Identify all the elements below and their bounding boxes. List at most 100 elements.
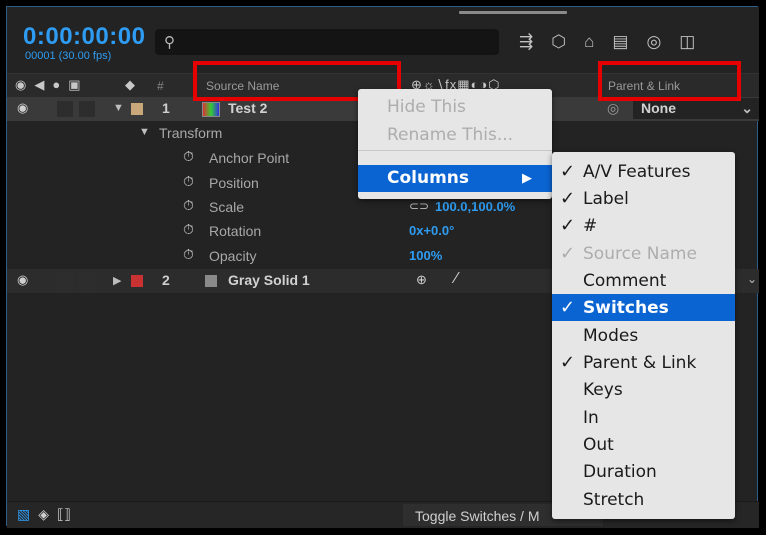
chevron-down-icon[interactable]: ⌄ <box>747 272 757 286</box>
layer-name[interactable]: Test 2 <box>228 100 267 116</box>
twirl-down-icon[interactable]: ▼ <box>113 102 124 114</box>
context-menu: Hide This Rename This... Columns ▶ <box>358 89 552 199</box>
scale-value[interactable]: 100.0,100.0% <box>435 199 515 214</box>
submenu-item-[interactable]: ✓ # <box>552 212 735 239</box>
solo-icon[interactable]: ● <box>52 77 60 93</box>
layer-number: 1 <box>162 100 170 116</box>
submenu-item-source-name[interactable]: ✓ Source Name <box>552 240 735 267</box>
eye-icon[interactable]: ◉ <box>17 100 28 116</box>
stopwatch-icon[interactable]: ⏱ <box>183 221 194 238</box>
submenu-item-parent-link[interactable]: ✓ Parent & Link <box>552 349 735 376</box>
submenu-item-a-v-features[interactable]: ✓ A/V Features <box>552 158 735 185</box>
solo-toggle[interactable] <box>57 273 73 289</box>
submenu-item-switches[interactable]: ✓ Switches <box>552 294 735 321</box>
menu-item-columns-label: Columns <box>387 168 470 188</box>
property-name: Scale <box>209 199 245 215</box>
layer-name[interactable]: Gray Solid 1 <box>228 272 310 288</box>
layer-switches-icon[interactable]: ▧ <box>17 506 30 523</box>
draft-3d-icon[interactable]: ⬡ <box>551 32 566 52</box>
speaker-icon[interactable]: ◀ <box>34 77 44 93</box>
solid-icon <box>205 275 217 287</box>
quality-switch-icon[interactable]: ∕ <box>455 270 458 288</box>
twirl-right-icon[interactable]: ▶ <box>113 274 121 287</box>
menu-item-hide-this[interactable]: Hide This <box>387 97 466 117</box>
label-tag-icon[interactable]: ◆ <box>125 77 135 93</box>
checkmark-icon: ✓ <box>560 243 576 264</box>
layer-number-header[interactable]: # <box>157 79 164 93</box>
columns-submenu: ✓ A/V Features ✓ Label ✓ # ✓ Source Name Comment… <box>552 152 735 519</box>
composition-flowchart-icon[interactable]: ⇶ <box>519 32 533 52</box>
submenu-item-label: Out <box>583 435 614 455</box>
search-icon[interactable]: ⚲ <box>164 33 175 51</box>
submenu-item-label: Duration <box>583 462 657 482</box>
eye-icon[interactable]: ◉ <box>17 272 28 288</box>
stopwatch-icon[interactable]: ⏱ <box>183 148 194 165</box>
submenu-item-label: A/V Features <box>583 162 691 182</box>
submenu-item-label: Stretch <box>583 490 645 510</box>
submenu-item-label: Comment <box>583 271 667 291</box>
stopwatch-icon[interactable]: ⏱ <box>183 197 194 214</box>
eye-icon[interactable]: ◉ <box>15 77 26 93</box>
frame-rate-label: 00001 (30.00 fps) <box>25 50 112 62</box>
footer-icons: ▧ ◈ ⟦⟧ <box>17 506 71 523</box>
composition-icon <box>202 102 220 117</box>
submenu-item-label[interactable]: ✓ Label <box>552 185 735 212</box>
motion-blur-icon[interactable]: ◎ <box>646 32 661 52</box>
label-color-swatch[interactable] <box>131 275 143 287</box>
submenu-item-label: Source Name <box>583 244 697 264</box>
twirl-down-icon[interactable]: ▼ <box>139 126 150 138</box>
av-features-header: ◉ ◀ ● ▣ <box>15 77 81 93</box>
transfer-controls-icon[interactable]: ◈ <box>38 506 49 523</box>
property-name: Rotation <box>209 223 262 239</box>
menu-separator <box>358 150 552 151</box>
stopwatch-icon[interactable]: ⏱ <box>183 246 194 263</box>
property-name: Anchor Point <box>209 150 290 166</box>
submenu-item-modes[interactable]: Modes <box>552 322 735 349</box>
toggle-switches-label: Toggle Switches / M <box>415 508 540 524</box>
submenu-item-keys[interactable]: Keys <box>552 376 735 403</box>
label-color-swatch[interactable] <box>131 103 143 115</box>
chevron-down-icon: ⌄ <box>741 100 753 116</box>
submenu-arrow-icon: ▶ <box>522 171 532 186</box>
shy-layers-icon[interactable]: ⌂ <box>584 32 594 52</box>
panel-grip[interactable] <box>459 11 567 14</box>
solo-toggle[interactable] <box>57 101 73 117</box>
screenshot-frame: 0:00:00:00 00001 (30.00 fps) ⚲ ⇶ ⬡ ⌂ ▤ ◎… <box>0 0 766 535</box>
frame-blending-icon[interactable]: ▤ <box>612 32 628 52</box>
property-name: Opacity <box>209 248 257 264</box>
in-out-icon[interactable]: ⟦⟧ <box>57 506 71 523</box>
lock-toggle[interactable] <box>79 101 95 117</box>
graph-editor-icon[interactable]: ◫ <box>679 32 695 52</box>
submenu-item-label: Label <box>583 189 629 209</box>
submenu-item-out[interactable]: Out <box>552 431 735 458</box>
submenu-item-label: Parent & Link <box>583 353 697 373</box>
toolbar-icons: ⇶ ⬡ ⌂ ▤ ◎ ◫ <box>519 32 695 52</box>
lock-toggle[interactable] <box>79 273 95 289</box>
submenu-item-comment[interactable]: Comment <box>552 267 735 294</box>
menu-item-rename-this[interactable]: Rename This... <box>387 125 513 145</box>
submenu-item-label: Modes <box>583 326 639 346</box>
checkmark-icon: ✓ <box>560 188 576 209</box>
menu-item-columns[interactable]: Columns ▶ <box>358 165 552 192</box>
parent-dropdown[interactable]: None ⌄ <box>633 98 759 119</box>
shy-switch-icon[interactable]: ⊕ <box>416 272 427 288</box>
annotation-highlight-parent-link <box>598 61 741 101</box>
submenu-item-label: In <box>583 408 599 428</box>
layer-number: 2 <box>162 272 170 288</box>
submenu-item-stretch[interactable]: Stretch <box>552 486 735 513</box>
parent-value: None <box>641 100 676 116</box>
submenu-item-label: Keys <box>583 380 623 400</box>
checkmark-icon: ✓ <box>560 352 576 373</box>
opacity-value[interactable]: 100% <box>409 248 442 263</box>
submenu-item-label: # <box>583 216 598 236</box>
submenu-item-in[interactable]: In <box>552 404 735 431</box>
lock-icon[interactable]: ▣ <box>68 77 80 93</box>
current-time-display[interactable]: 0:00:00:00 <box>23 23 145 51</box>
stopwatch-icon[interactable]: ⏱ <box>183 173 194 190</box>
submenu-item-duration[interactable]: Duration <box>552 458 735 485</box>
constrain-proportions-icon[interactable]: ⊂⊃ <box>409 199 429 213</box>
checkmark-icon: ✓ <box>560 215 576 236</box>
search-input[interactable]: ⚲ <box>155 29 499 55</box>
rotation-value[interactable]: 0x+0.0° <box>409 223 454 238</box>
pickwhip-icon[interactable]: ◎ <box>607 100 619 117</box>
